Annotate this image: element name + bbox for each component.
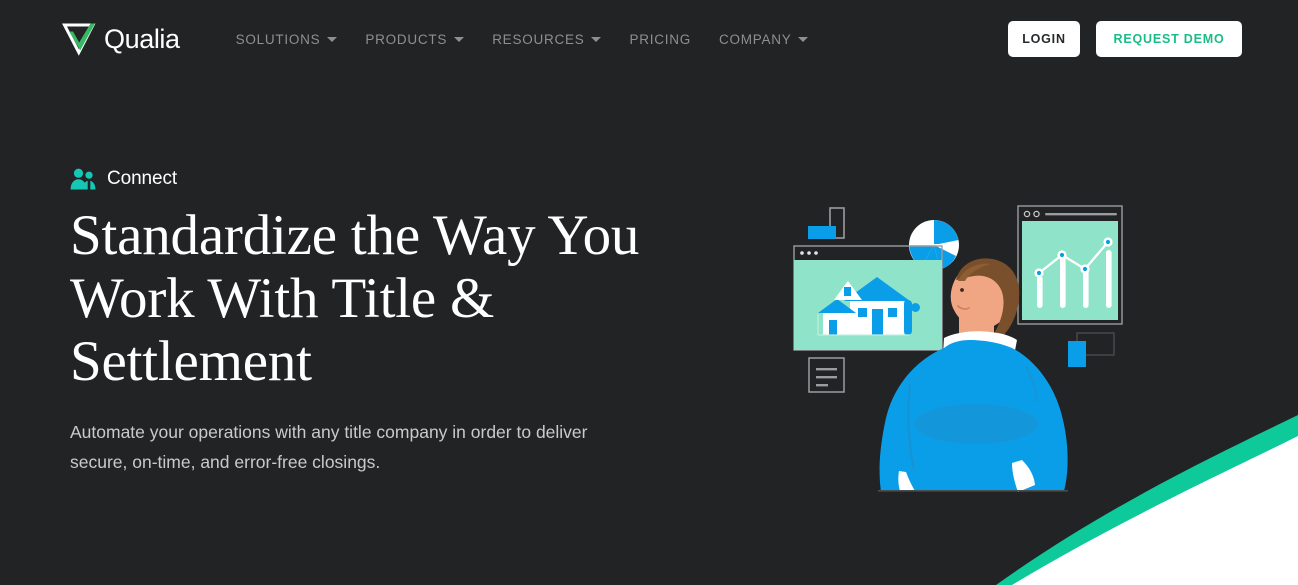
hero-illustration xyxy=(778,188,1158,503)
users-group-icon xyxy=(70,168,96,190)
nav-item-label: PRODUCTS xyxy=(365,31,448,47)
nav-item-resources[interactable]: RESOURCES xyxy=(478,22,615,57)
hero-eyebrow-label: Connect xyxy=(107,168,178,189)
professional-viewing-dashboards-illustration xyxy=(793,205,1123,492)
hero-copy: Connect Standardize the Way You Work Wit… xyxy=(70,168,690,477)
chevron-down-icon xyxy=(591,36,602,42)
hero-subtitle: Automate your operations with any title … xyxy=(70,422,588,472)
analytics-chart-window xyxy=(1017,205,1123,325)
blue-rectangle-accent-top xyxy=(808,207,845,239)
blue-rectangle-accent-right xyxy=(1068,332,1115,367)
nav-item-label: COMPANY xyxy=(718,31,792,47)
qualia-triangle-check-logo-icon xyxy=(62,23,96,56)
nav-item-products[interactable]: PRODUCTS xyxy=(351,22,478,57)
nav-item-solutions[interactable]: SOLUTIONS xyxy=(222,22,352,57)
nav-item-company[interactable]: COMPANY xyxy=(705,22,823,57)
header-actions: LOGIN REQUEST DEMO xyxy=(1008,21,1242,57)
site-header: Qualia SOLUTIONS PRODUCTS RESOURCES PRIC… xyxy=(0,0,1298,78)
page-title: Standardize the Way You Work With Title … xyxy=(70,204,640,393)
house-property-window xyxy=(793,245,943,351)
nav-item-label: SOLUTIONS xyxy=(235,31,321,47)
nav-item-label: RESOURCES xyxy=(492,31,585,47)
chevron-down-icon xyxy=(454,36,465,42)
nav-item-label: PRICING xyxy=(629,31,691,47)
brand-name: Qualia xyxy=(104,23,180,54)
request-demo-button[interactable]: REQUEST DEMO xyxy=(1096,21,1242,57)
chevron-down-icon xyxy=(327,36,338,42)
hero-eyebrow: Connect xyxy=(70,168,690,190)
primary-navigation: SOLUTIONS PRODUCTS RESOURCES PRICING COM… xyxy=(222,22,823,57)
chevron-down-icon xyxy=(798,36,809,42)
login-button[interactable]: LOGIN xyxy=(1008,21,1080,57)
document-lines-icon xyxy=(808,357,845,393)
nav-item-pricing[interactable]: PRICING xyxy=(615,22,705,57)
brand-logo-link[interactable]: Qualia xyxy=(62,22,180,56)
